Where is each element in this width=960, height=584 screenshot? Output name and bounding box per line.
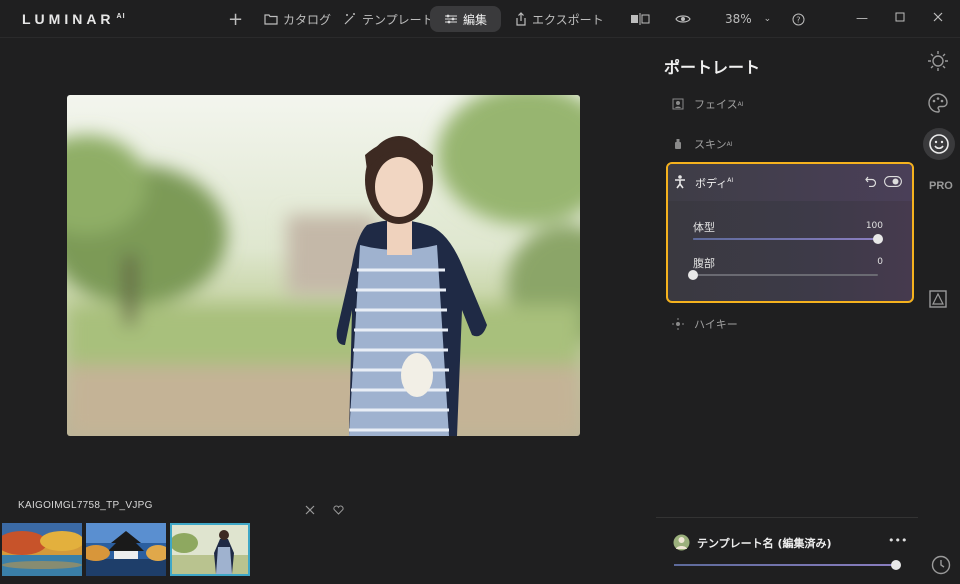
belly-value: 0	[877, 257, 883, 267]
reject-button[interactable]	[305, 500, 315, 519]
template-thumbnail	[673, 534, 690, 555]
templates-tab[interactable]: テンプレート	[343, 6, 434, 32]
top-toolbar: LUMINAR AI + カタログ テンプレート 編集 エクスポート 38% ⌄ …	[0, 0, 960, 38]
filmstrip-thumb[interactable]	[86, 523, 166, 576]
portrait-photo	[67, 95, 580, 436]
svg-text:?: ?	[796, 15, 800, 24]
sliders-icon	[445, 14, 457, 24]
face-frame-icon	[672, 98, 684, 110]
undo-icon[interactable]	[865, 176, 877, 187]
close-button[interactable]	[933, 11, 943, 25]
autumn-lake-thumbnail	[2, 523, 82, 576]
compare-button[interactable]	[630, 6, 655, 32]
help-button[interactable]: ?	[792, 6, 810, 32]
frame-icon	[929, 290, 947, 308]
body-shape-label: 体型	[693, 221, 715, 234]
export-tab[interactable]: エクスポート	[515, 6, 604, 32]
skin-bottle-icon	[675, 139, 681, 149]
template-more-button[interactable]: •••	[888, 534, 907, 547]
panel-divider	[656, 517, 918, 518]
filmstrip-thumb[interactable]	[2, 523, 82, 576]
template-avatar-icon	[673, 534, 690, 551]
add-button[interactable]: +	[228, 6, 243, 32]
preview-button[interactable]	[675, 6, 696, 32]
magic-wand-icon	[344, 13, 355, 25]
eye-icon	[675, 15, 691, 23]
chevron-down-icon: ⌄	[763, 14, 772, 24]
sun-icon	[928, 51, 948, 71]
template-name: テンプレート名 (編集済み)	[697, 537, 832, 550]
tool-skin[interactable]: スキン AI	[672, 134, 733, 154]
favorite-button[interactable]	[333, 500, 344, 519]
tool-face[interactable]: フェイス AI	[672, 94, 744, 114]
catalog-tab[interactable]: カタログ	[264, 6, 331, 32]
folder-icon	[264, 14, 278, 25]
portrait-thumbnail	[172, 525, 248, 574]
main-photo-canvas[interactable]	[67, 95, 580, 436]
body-shape-value: 100	[865, 221, 883, 231]
smiley-face-icon	[929, 134, 949, 154]
compare-icon	[631, 13, 650, 25]
history-button[interactable]	[931, 555, 951, 579]
belly-knob[interactable]	[688, 270, 698, 280]
body-shape-slider[interactable]	[693, 234, 883, 244]
creative-tab[interactable]	[927, 92, 949, 118]
body-tool-card: ボディAI 体型 100 腹部 0	[666, 162, 914, 303]
body-figure-icon	[675, 175, 685, 189]
heart-icon	[333, 505, 344, 515]
template-amount-slider[interactable]	[674, 560, 901, 570]
panel-title: ポートレート	[664, 58, 761, 77]
high-key-icon	[672, 318, 684, 330]
belly-slider[interactable]	[688, 270, 878, 280]
edit-tab[interactable]: 編集	[430, 6, 502, 32]
minimize-button[interactable]: —	[856, 11, 868, 25]
pro-tab-label[interactable]: PRO	[929, 180, 953, 192]
app-logo: LUMINAR AI	[22, 11, 126, 27]
castle-thumbnail	[86, 523, 166, 576]
share-icon	[516, 12, 526, 26]
tool-high-key[interactable]: ハイキー	[672, 314, 738, 334]
file-name: KAIGOIMGL7758_TP_VJPG	[18, 500, 153, 511]
template-amount-knob[interactable]	[891, 560, 901, 570]
portrait-tab-active[interactable]	[923, 128, 955, 160]
clock-icon	[931, 555, 951, 575]
essentials-tab[interactable]	[927, 50, 949, 76]
palette-icon	[928, 93, 948, 113]
body-tool-title: ボディAI	[695, 177, 734, 190]
belly-label: 腹部	[693, 257, 715, 270]
visibility-toggle-icon[interactable]	[884, 176, 902, 187]
maximize-button[interactable]	[895, 11, 905, 25]
maximize-icon	[895, 12, 905, 22]
pro-tool-button[interactable]	[929, 290, 947, 312]
body-shape-fill	[693, 238, 878, 240]
body-tool-header[interactable]: ボディAI	[668, 164, 912, 201]
close-icon	[305, 505, 315, 515]
close-icon	[933, 12, 943, 22]
zoom-select[interactable]: 38% ⌄	[725, 6, 771, 32]
filmstrip-thumb-selected[interactable]	[170, 523, 250, 576]
body-shape-knob[interactable]	[873, 234, 883, 244]
help-icon: ?	[792, 13, 805, 25]
